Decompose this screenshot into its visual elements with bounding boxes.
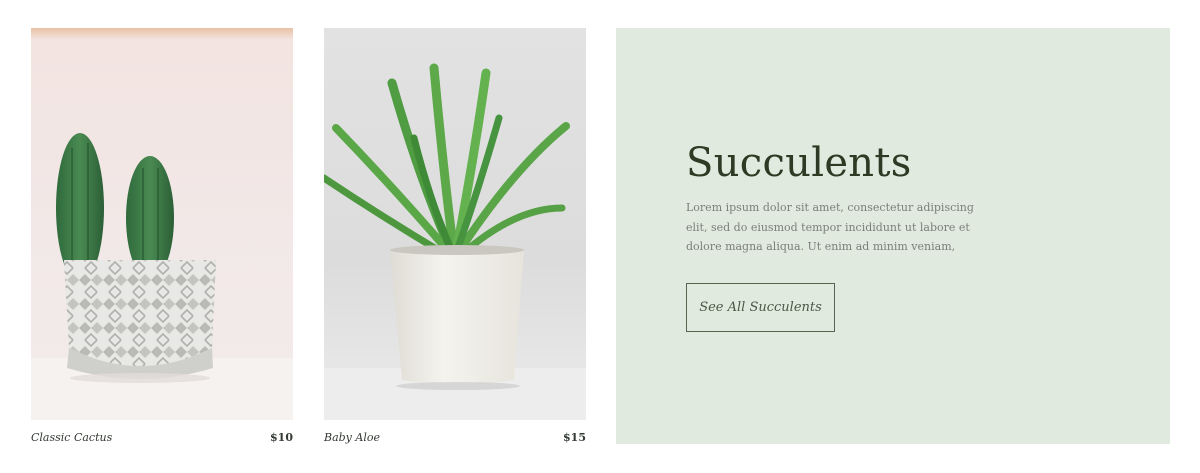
product-name[interactable]: Classic Cactus xyxy=(31,431,112,444)
product-meta: Classic Cactus $10 xyxy=(31,431,293,444)
succulents-promo-panel: Succulents Lorem ipsum dolor sit amet, c… xyxy=(616,28,1170,444)
product-price: $10 xyxy=(270,431,293,444)
promo-title: Succulents xyxy=(686,140,912,186)
product-name[interactable]: Baby Aloe xyxy=(324,431,380,444)
product-meta: Baby Aloe $15 xyxy=(324,431,586,444)
see-all-succulents-button[interactable]: See All Succulents xyxy=(686,283,835,332)
classic-cactus-image[interactable] xyxy=(31,28,293,420)
product-card-classic-cactus[interactable]: Classic Cactus $10 xyxy=(31,28,293,444)
promo-description: Lorem ipsum dolor sit amet, consectetur … xyxy=(686,201,974,253)
baby-aloe-image[interactable] xyxy=(324,28,586,420)
product-card-baby-aloe[interactable]: Baby Aloe $15 xyxy=(324,28,586,444)
product-price: $15 xyxy=(563,431,586,444)
